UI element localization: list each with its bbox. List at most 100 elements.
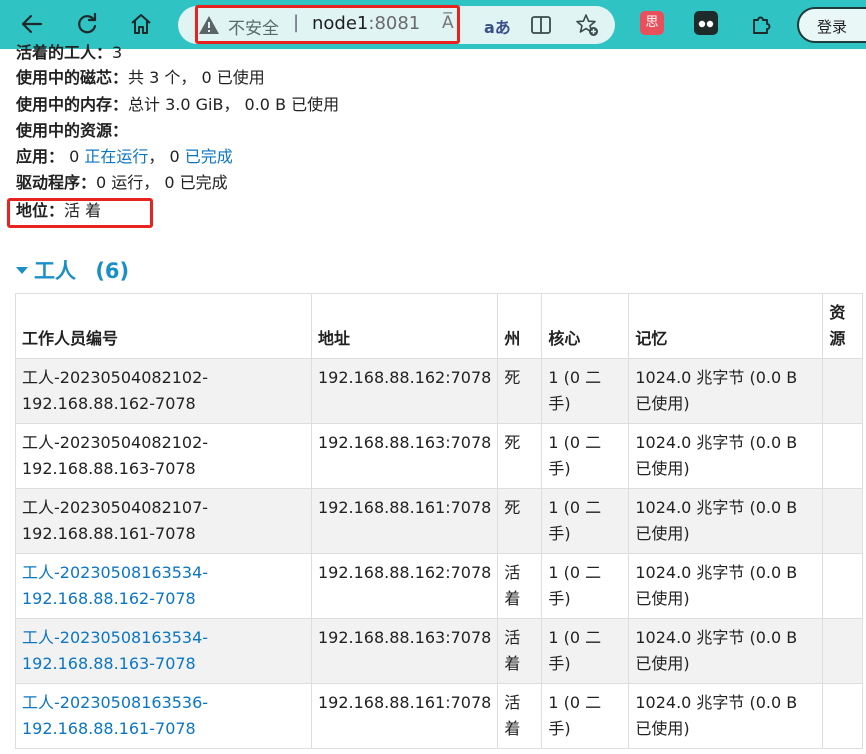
cell-id: 工人-20230504082102-192.168.88.162-7078 — [15, 358, 312, 424]
cell-id: 工人-20230504082102-192.168.88.163-7078 — [15, 423, 312, 489]
cell-resources — [822, 423, 864, 489]
apps-separator: ， — [148, 147, 165, 166]
cell-cores: 1 (0 二手) — [541, 683, 630, 749]
cores-label: 使用中的磁芯： — [16, 68, 129, 87]
apps-label: 应用： — [16, 147, 65, 166]
column-header-state[interactable]: 州 — [497, 293, 543, 359]
cell-state-text: 死 — [504, 433, 521, 452]
cell-state: 活着 — [497, 553, 543, 619]
apps-line: 应用： 0 正在运行， 0 已完成 — [16, 144, 233, 170]
cell-id: 工人-20230508163534-192.168.88.162-7078 — [15, 553, 312, 619]
cell-memory-text: 1024.0 兆字节 (0.0 B 已使用) — [635, 563, 798, 608]
cell-state: 活着 — [497, 683, 543, 749]
memory-label: 使用中的内存： — [16, 95, 129, 114]
cell-state: 死 — [497, 488, 543, 554]
cell-memory: 1024.0 兆字节 (0.0 B 已使用) — [628, 358, 824, 424]
drivers-label: 驱动程序： — [16, 173, 97, 192]
back-icon[interactable] — [17, 9, 47, 39]
cell-memory: 1024.0 兆字节 (0.0 B 已使用) — [628, 553, 824, 619]
column-header-address[interactable]: 地址 — [310, 293, 499, 359]
workers-table: 工作人员编号 地址 州 核心 记忆 资源 工人-20230504082102-1… — [15, 293, 864, 749]
cell-memory-text: 1024.0 兆字节 (0.0 B 已使用) — [635, 498, 798, 543]
cell-memory: 1024.0 兆字节 (0.0 B 已使用) — [628, 683, 824, 749]
table-row: 工人-20230508163534-192.168.88.162-7078 192… — [15, 553, 864, 619]
cell-resources — [822, 358, 864, 424]
cores-line: 使用中的磁芯：共 3 个， 0 已使用 — [16, 65, 265, 91]
workers-section-title: 工人 — [34, 259, 76, 283]
drivers-line: 驱动程序：0 运行， 0 已完成 — [16, 170, 228, 196]
column-header-resources[interactable]: 资源 — [822, 293, 864, 359]
apps-completed-link[interactable]: 已完成 — [185, 147, 233, 166]
puzzle-icon[interactable] — [747, 9, 777, 39]
extension-icon[interactable]: 思 — [640, 11, 664, 35]
home-icon[interactable] — [126, 9, 156, 39]
cell-resources — [822, 488, 864, 554]
cell-cores-text: 1 (0 二手) — [548, 563, 602, 608]
table-row: 工人-20230508163534-192.168.88.163-7078 192… — [15, 618, 864, 684]
cell-cores: 1 (0 二手) — [541, 488, 630, 554]
cell-address-text: 192.168.88.161:7078 — [318, 693, 492, 712]
refresh-icon[interactable] — [72, 9, 102, 39]
status-highlight-box — [7, 198, 153, 228]
apps-running-count: 0 — [69, 147, 80, 166]
cell-resources — [822, 683, 864, 749]
cell-address-text: 192.168.88.162:7078 — [318, 368, 492, 387]
dropdown-triangle-icon[interactable] — [16, 266, 28, 274]
drivers-value: 0 运行， 0 已完成 — [96, 173, 228, 192]
cell-address-text: 192.168.88.163:7078 — [318, 628, 492, 647]
cell-state: 死 — [497, 423, 543, 489]
cell-memory: 1024.0 兆字节 (0.0 B 已使用) — [628, 618, 824, 684]
worker-id-link[interactable]: 工人-20230508163534-192.168.88.162-7078 — [22, 563, 208, 608]
cell-id-text: 工人-20230504082102-192.168.88.162-7078 — [22, 368, 209, 413]
table-row: 工人-20230508163536-192.168.88.161-7078 192… — [15, 683, 864, 749]
table-header-row: 工作人员编号 地址 州 核心 记忆 资源 — [15, 293, 864, 359]
split-screen-icon[interactable] — [530, 14, 552, 36]
cell-memory-text: 1024.0 兆字节 (0.0 B 已使用) — [635, 628, 798, 673]
cell-address-text: 192.168.88.161:7078 — [318, 498, 492, 517]
workers-section-header[interactable]: 工人 (6) — [16, 255, 129, 285]
cell-address: 192.168.88.161:7078 — [310, 683, 499, 749]
apps-completed-count: 0 — [169, 147, 180, 166]
alive-workers-line: 活着的工人：3 — [16, 40, 122, 60]
alive-workers-value: 3 — [112, 43, 123, 60]
add-favorite-icon[interactable] — [574, 12, 600, 38]
cell-address-text: 192.168.88.162:7078 — [318, 563, 492, 582]
cell-address: 192.168.88.162:7078 — [310, 553, 499, 619]
apps-running-link[interactable]: 正在运行 — [84, 147, 148, 166]
login-button[interactable]: 登录 — [797, 7, 866, 43]
resources-line: 使用中的资源： — [16, 118, 128, 144]
memory-line: 使用中的内存：总计 3.0 GiB， 0.0 B 已使用 — [16, 92, 339, 118]
column-header-id[interactable]: 工作人员编号 — [15, 293, 312, 359]
cell-id: 工人-20230508163534-192.168.88.163-7078 — [15, 618, 312, 684]
cell-state-text: 活着 — [504, 563, 521, 608]
cell-address: 192.168.88.163:7078 — [310, 618, 499, 684]
cell-address: 192.168.88.163:7078 — [310, 423, 499, 489]
extension-icon-2[interactable] — [694, 11, 718, 35]
cell-state-text: 活着 — [504, 628, 521, 673]
cell-id-text: 工人-20230504082107-192.168.88.161-7078 — [22, 498, 209, 543]
resources-label: 使用中的资源： — [16, 121, 129, 140]
cell-state-text: 活着 — [504, 693, 521, 738]
browser-toolbar: 不安全 | node1:8081 A̅ aあ 思 登录 — [0, 0, 866, 49]
column-header-cores[interactable]: 核心 — [541, 293, 630, 359]
cell-id: 工人-20230504082107-192.168.88.161-7078 — [15, 488, 312, 554]
cell-cores-text: 1 (0 二手) — [548, 498, 602, 543]
cell-address: 192.168.88.161:7078 — [310, 488, 499, 554]
column-header-memory[interactable]: 记忆 — [628, 293, 824, 359]
worker-id-link[interactable]: 工人-20230508163534-192.168.88.163-7078 — [22, 628, 208, 673]
cell-memory-text: 1024.0 兆字节 (0.0 B 已使用) — [635, 693, 798, 738]
worker-id-link[interactable]: 工人-20230508163536-192.168.88.161-7078 — [22, 693, 208, 738]
table-row: 工人-20230504082102-192.168.88.162-7078 192… — [15, 358, 864, 424]
address-highlight-box — [195, 5, 460, 44]
cell-id: 工人-20230508163536-192.168.88.161-7078 — [15, 683, 312, 749]
cell-address: 192.168.88.162:7078 — [310, 358, 499, 424]
cell-memory: 1024.0 兆字节 (0.0 B 已使用) — [628, 423, 824, 489]
cell-cores: 1 (0 二手) — [541, 618, 630, 684]
cell-state-text: 死 — [504, 498, 521, 517]
memory-value: 总计 3.0 GiB， 0.0 B 已使用 — [128, 95, 340, 114]
workers-section-count: (6) — [95, 259, 130, 283]
translate-icon[interactable]: aあ — [484, 14, 511, 38]
cell-memory-text: 1024.0 兆字节 (0.0 B 已使用) — [635, 433, 798, 478]
cell-cores: 1 (0 二手) — [541, 553, 630, 619]
cell-resources — [822, 618, 864, 684]
